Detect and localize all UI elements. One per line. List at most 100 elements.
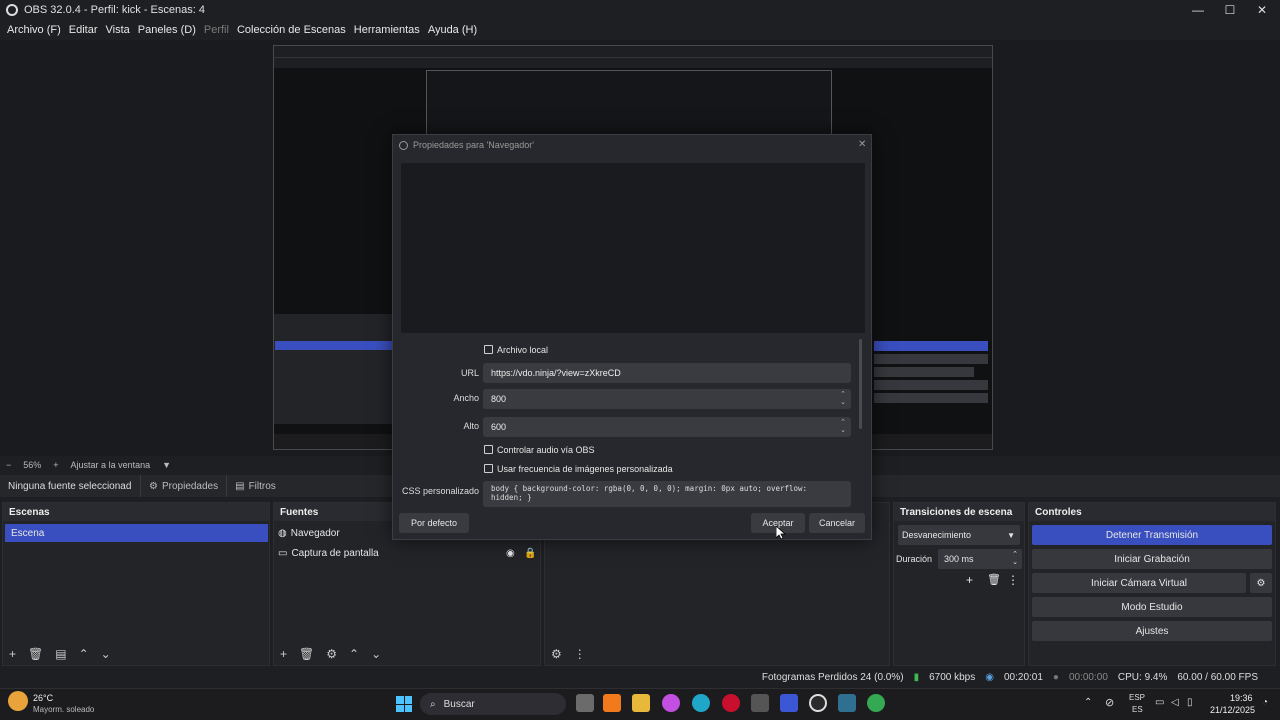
store-icon[interactable] xyxy=(751,694,769,712)
add-icon[interactable]: + xyxy=(280,647,287,661)
menu-archivo[interactable]: Archivo (F) xyxy=(3,24,65,36)
menu-ayuda[interactable]: Ayuda (H) xyxy=(424,24,481,36)
duration-label: Duración xyxy=(896,554,933,564)
transitions-title: Transiciones de escena xyxy=(894,503,1024,521)
more-options-icon[interactable]: ⋮ xyxy=(574,647,586,661)
height-label: Alto xyxy=(463,421,479,431)
chevron-down-icon: ▼ xyxy=(1007,530,1015,540)
filter-icon: ▤ xyxy=(235,480,245,492)
source-label: Navegador xyxy=(290,527,340,539)
properties-button[interactable]: ⚙ Propiedades xyxy=(140,475,226,497)
zoom-out-icon[interactable]: − xyxy=(6,460,11,470)
window-title: OBS 32.0.4 - Perfil: kick - Escenas: 4 xyxy=(24,4,205,16)
width-stepper[interactable]: ⌃ ⌄ xyxy=(837,389,849,409)
taskbar-search[interactable]: ⌕ Buscar xyxy=(420,693,566,715)
widgets-app-icon[interactable] xyxy=(603,694,621,712)
battery-icon[interactable]: ▯ xyxy=(1187,697,1193,708)
transitions-dock: Transiciones de escena Desvanecimiento ▼… xyxy=(893,502,1025,666)
opera-browser-icon[interactable] xyxy=(722,694,740,712)
copilot-icon[interactable] xyxy=(662,694,680,712)
chevron-down-icon[interactable]: ▼ xyxy=(162,460,171,470)
dialog-scrollbar[interactable] xyxy=(859,339,862,429)
app-window-icon[interactable] xyxy=(838,694,856,712)
menu-editar[interactable]: Editar xyxy=(65,24,102,36)
stop-stream-button[interactable]: Detener Transmisión xyxy=(1032,525,1272,545)
local-file-checkbox[interactable] xyxy=(484,345,493,354)
trash-icon[interactable]: 🗑 xyxy=(299,647,314,661)
control-audio-checkbox[interactable] xyxy=(484,445,493,454)
custom-fps-label: Usar frecuencia de imágenes personalizad… xyxy=(497,464,673,474)
duration-input[interactable]: 300 ms ⌃ ⌄ xyxy=(938,549,1022,569)
move-down-icon[interactable]: ⌄ xyxy=(371,647,381,661)
zoom-fit[interactable]: Ajustar a la ventana xyxy=(71,460,151,470)
menu-paneles[interactable]: Paneles (D) xyxy=(134,24,200,36)
start-virtual-cam-button[interactable]: Iniciar Cámara Virtual xyxy=(1032,573,1246,593)
app-icon[interactable] xyxy=(780,694,798,712)
url-input[interactable]: https://vdo.ninja/?view=zXkreCD xyxy=(483,363,851,383)
duration-stepper[interactable]: ⌃ ⌄ xyxy=(1012,551,1018,567)
scene-item[interactable]: Escena xyxy=(5,524,268,542)
gear-icon[interactable]: ⚙ xyxy=(326,647,337,661)
dialog-close-icon[interactable]: ✕ xyxy=(858,139,866,150)
menu-herramientas[interactable]: Herramientas xyxy=(350,24,424,36)
nested-capture-vcam-button xyxy=(874,367,974,377)
move-down-icon[interactable]: ⌄ xyxy=(101,647,111,661)
settings-button[interactable]: Ajustes xyxy=(1032,621,1272,641)
notifications-icon[interactable]: ◔ xyxy=(1262,697,1268,708)
lang-bottom[interactable]: ES xyxy=(1132,705,1143,714)
maximize-button[interactable]: ☐ xyxy=(1214,0,1246,20)
zoom-level: 56% xyxy=(23,460,42,470)
menu-coleccion-escenas[interactable]: Colección de Escenas xyxy=(233,24,350,36)
move-up-icon[interactable]: ⌃ xyxy=(349,647,359,661)
tray-chevron-up-icon[interactable]: ⌃ xyxy=(1084,697,1092,708)
file-explorer-icon[interactable] xyxy=(632,694,650,712)
close-button[interactable]: ✕ xyxy=(1246,0,1278,20)
defaults-button[interactable]: Por defecto xyxy=(399,513,469,533)
trash-icon[interactable]: 🗑 xyxy=(987,573,1001,586)
nested-capture-scene-selected xyxy=(275,341,393,350)
css-textarea[interactable]: body { background-color: rgba(0, 0, 0, 0… xyxy=(483,481,851,507)
source-item[interactable]: ▭ Captura de pantalla ◉ 🔒 xyxy=(278,544,538,562)
obs-taskbar-icon[interactable] xyxy=(809,694,827,712)
obs-icon xyxy=(399,140,408,150)
minimize-button[interactable]: — xyxy=(1182,0,1214,20)
menu-perfil[interactable]: Perfil xyxy=(200,24,233,36)
eye-icon[interactable]: ◉ xyxy=(506,548,515,559)
filters-button[interactable]: ▤ Filtros xyxy=(226,475,284,497)
browser-preview xyxy=(401,163,865,333)
edge-browser-icon[interactable] xyxy=(692,694,710,712)
lang-top[interactable]: ESP xyxy=(1129,693,1145,702)
add-icon[interactable]: + xyxy=(9,647,16,661)
width-input[interactable]: 800 ⌃ ⌄ xyxy=(483,389,851,409)
task-view-icon[interactable] xyxy=(576,694,594,712)
more-options-icon[interactable]: ⋮ xyxy=(1007,573,1019,587)
start-icon[interactable] xyxy=(396,696,412,712)
url-value: https://vdo.ninja/?view=zXkreCD xyxy=(491,368,621,378)
menu-bar: Archivo (F) Editar Vista Paneles (D) Per… xyxy=(0,20,1280,40)
studio-mode-button[interactable]: Modo Estudio xyxy=(1032,597,1272,617)
weather-icon[interactable] xyxy=(8,691,28,711)
clock-time[interactable]: 19:36 xyxy=(1230,693,1253,703)
monitor-icon: ▭ xyxy=(278,547,288,559)
source-label: Captura de pantalla xyxy=(291,547,379,559)
volume-icon[interactable]: ◁ xyxy=(1171,697,1179,708)
filter-icon[interactable]: ▤ xyxy=(55,647,66,661)
cancel-button[interactable]: Cancelar xyxy=(809,513,865,533)
chrome-browser-icon[interactable] xyxy=(867,694,885,712)
tray-app-icon[interactable]: ⊘ xyxy=(1105,696,1114,709)
lock-icon[interactable]: 🔒 xyxy=(524,548,536,559)
zoom-in-icon[interactable]: + xyxy=(53,460,58,470)
custom-fps-checkbox[interactable] xyxy=(484,464,493,473)
advanced-audio-icon[interactable]: ⚙ xyxy=(551,647,562,661)
menu-vista[interactable]: Vista xyxy=(102,24,134,36)
trash-icon[interactable]: 🗑 xyxy=(28,647,43,661)
add-icon[interactable]: + xyxy=(966,573,973,587)
clock-date[interactable]: 21/12/2025 xyxy=(1210,705,1255,715)
transition-select[interactable]: Desvanecimiento ▼ xyxy=(898,525,1020,545)
network-icon[interactable]: ▭ xyxy=(1155,697,1164,708)
virtual-cam-settings-gear-icon[interactable]: ⚙ xyxy=(1250,573,1272,593)
move-up-icon[interactable]: ⌃ xyxy=(79,647,89,661)
height-input[interactable]: 600 ⌃ ⌄ xyxy=(483,417,851,437)
start-recording-button[interactable]: Iniciar Grabación xyxy=(1032,549,1272,569)
height-stepper[interactable]: ⌃ ⌄ xyxy=(837,417,849,437)
